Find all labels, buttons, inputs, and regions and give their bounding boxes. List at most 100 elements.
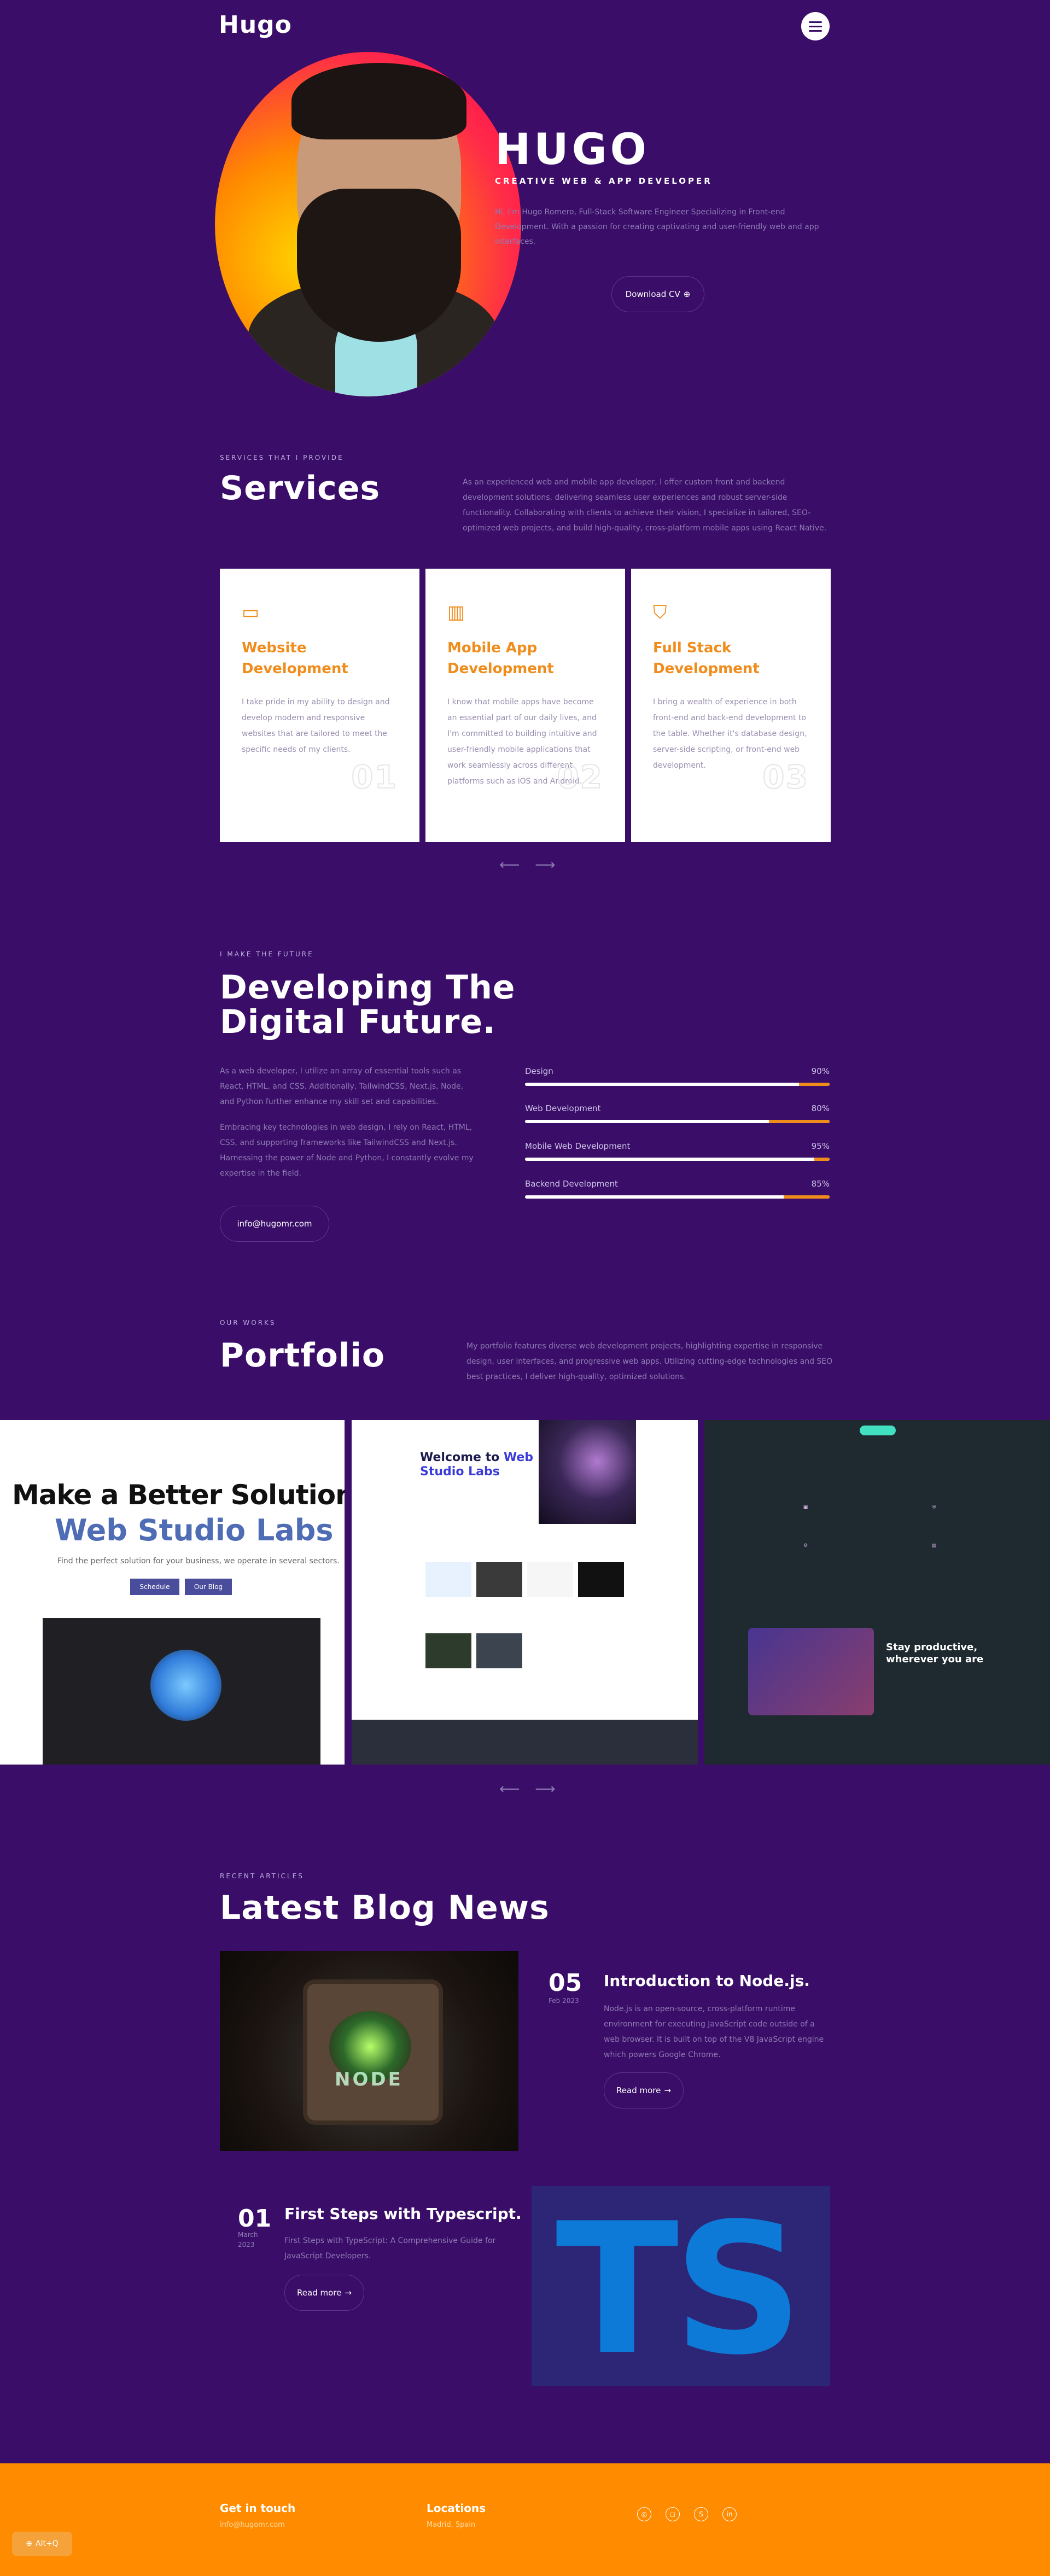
post-title[interactable]: First Steps with Typescript. — [284, 2205, 522, 2223]
skill-name: Mobile Web Development — [525, 1141, 631, 1151]
service-card-website: ▭ Website Development I take pride in my… — [220, 569, 419, 842]
arrow-left-icon[interactable]: ⟵ — [499, 857, 520, 873]
portfolio-schedule-button: Schedule — [130, 1579, 179, 1595]
future-title-line-2: Digital Future. — [220, 1003, 496, 1041]
email-button[interactable]: info@hugomr.com — [220, 1206, 329, 1242]
portfolio-kicker: OUR WORKS — [220, 1319, 276, 1327]
portfolio-galaxy-image — [539, 1420, 636, 1524]
portfolio-blog-button: Our Blog — [185, 1579, 232, 1595]
portfolio-thumb — [425, 1562, 471, 1597]
skill-bar — [525, 1158, 830, 1161]
read-more-label: Read more — [616, 2086, 661, 2095]
portfolio-item-heading: Make a Better Solution — [12, 1479, 345, 1511]
download-cv-label: Download CV — [625, 289, 680, 299]
skill-name: Backend Development — [525, 1179, 618, 1189]
linkedin-icon[interactable]: in — [722, 2507, 737, 2521]
skill-web-development: Web Development 80% — [525, 1103, 830, 1123]
skill-design: Design 90% — [525, 1066, 830, 1086]
skill-percent: 95% — [811, 1141, 830, 1151]
portfolio-thumb — [425, 1633, 471, 1668]
post-title[interactable]: Introduction to Node.js. — [604, 1972, 810, 1990]
footer-social-links: ◎ ◻ S in — [637, 2507, 737, 2521]
service-card-number: 01 — [351, 758, 398, 796]
service-card-fullstack: ⛉ Full Stack Development I bring a wealt… — [631, 569, 831, 842]
arrow-right-icon: → — [345, 2288, 352, 2298]
service-card-number: 02 — [556, 758, 603, 796]
read-more-button[interactable]: Read more → — [284, 2275, 364, 2311]
portfolio-item-heading: Welcome to Web Studio Labs — [420, 1451, 533, 1479]
service-card-text: I take pride in my ability to design and… — [242, 698, 390, 754]
portrait-hair — [291, 63, 466, 139]
building-icon: ▥ — [447, 601, 465, 623]
blog-post-image-node[interactable]: NODE — [220, 1951, 518, 2151]
portfolio-thumb — [476, 1562, 522, 1597]
skill-bar-tip — [768, 1120, 830, 1123]
github-icon[interactable]: ◎ — [637, 2507, 651, 2521]
portrait-beard — [297, 189, 461, 342]
hero-portrait — [215, 52, 521, 396]
portfolio-feature: ▤ — [931, 1543, 937, 1549]
monitor-icon: ▭ — [242, 601, 260, 623]
post-excerpt: First Steps with TypeScript: A Comprehen… — [284, 2236, 496, 2260]
portfolio-carousel-nav: ⟵ ⟶ — [499, 1781, 556, 1797]
download-cv-button[interactable]: Download CV ⊕ — [611, 276, 704, 312]
hero-role: CREATIVE WEB & APP DEVELOPER — [495, 176, 713, 186]
post-excerpt: Node.js is an open-source, cross-platfor… — [604, 2005, 824, 2059]
future-kicker: I MAKE THE FUTURE — [220, 950, 314, 958]
portfolio-item-tagline: Find the perfect solution for your busin… — [57, 1557, 340, 1566]
portfolio-item-footer — [352, 1720, 698, 1765]
portfolio-feature: ⛨ — [932, 1505, 936, 1510]
hotkey-badge[interactable]: ⊕ Alt+Q — [12, 2532, 72, 2556]
portfolio-item-studio-blog[interactable]: Welcome to Web Studio Labs — [352, 1420, 698, 1765]
skill-mobile-web-development: Mobile Web Development 95% — [525, 1141, 830, 1161]
welcome-highlight-2: Studio Labs — [420, 1465, 500, 1479]
portfolio-feature: ▣ — [803, 1505, 808, 1510]
arrow-right-icon[interactable]: ⟶ — [535, 1781, 555, 1797]
menu-button[interactable] — [801, 12, 830, 40]
future-title-line-1: Developing The — [220, 968, 516, 1007]
services-kicker: SERVICES THAT I PROVIDE — [220, 454, 344, 462]
portfolio-illustration — [748, 1628, 874, 1715]
read-more-button[interactable]: Read more → — [604, 2072, 684, 2108]
future-paragraph-1: As a web developer, I utilize an array o… — [220, 1067, 464, 1106]
hero-name: HUGO — [495, 125, 650, 174]
typescript-logo-text: TS — [556, 2186, 803, 2386]
welcome-highlight: Web — [503, 1451, 534, 1464]
hamburger-menu-icon-line — [809, 25, 822, 27]
skill-bar — [525, 1120, 830, 1123]
portfolio-title: Portfolio — [220, 1336, 386, 1375]
service-card-mobile: ▥ Mobile App Development I know that mob… — [425, 569, 625, 842]
blog-post-image-typescript[interactable]: TS — [532, 2186, 830, 2386]
portfolio-orb-graphic — [150, 1650, 221, 1721]
skill-name: Design — [525, 1066, 553, 1076]
basket-icon: ⛉ — [653, 601, 667, 623]
site-logo[interactable]: Hugo — [219, 11, 292, 39]
arrow-right-icon[interactable]: ⟶ — [535, 857, 555, 873]
footer-location-text: Madrid, Spain — [427, 2521, 476, 2529]
portfolio-thumb — [527, 1562, 573, 1597]
portfolio-pill — [860, 1426, 896, 1435]
portfolio-item-productivity[interactable]: ▣ ⛨ ⚙ ▤ Stay productive, wherever you are — [704, 1420, 1050, 1765]
arrow-left-icon[interactable]: ⟵ — [499, 1781, 520, 1797]
post-month: March 2023 — [238, 2231, 258, 2248]
skill-bar-tip — [814, 1158, 830, 1161]
skill-backend-development: Backend Development 85% — [525, 1179, 830, 1199]
skill-name: Web Development — [525, 1103, 601, 1113]
skill-percent: 80% — [811, 1103, 830, 1113]
skill-percent: 85% — [811, 1179, 830, 1189]
services-description: As an experienced web and mobile app dev… — [463, 478, 827, 533]
site-footer — [0, 2463, 1050, 2576]
portfolio-item-web-studio-labs[interactable]: Make a Better Solution Web Studio Labs F… — [0, 1420, 345, 1765]
skill-bar — [525, 1083, 830, 1086]
footer-contact-email[interactable]: info@hugomr.com — [220, 2521, 285, 2529]
services-title: Services — [220, 469, 381, 507]
future-paragraph-2: Embracing key technologies in web design… — [220, 1123, 474, 1178]
skype-icon[interactable]: S — [694, 2507, 708, 2521]
post-day: 05 — [549, 1969, 582, 1997]
skill-bar-tip — [784, 1195, 830, 1199]
productive-line-1: Stay productive, — [886, 1642, 978, 1653]
instagram-icon[interactable]: ◻ — [666, 2507, 680, 2521]
post-day: 01 — [238, 2205, 272, 2233]
productive-line-2: wherever you are — [886, 1654, 984, 1665]
portfolio-feature: ⚙ — [803, 1543, 808, 1549]
